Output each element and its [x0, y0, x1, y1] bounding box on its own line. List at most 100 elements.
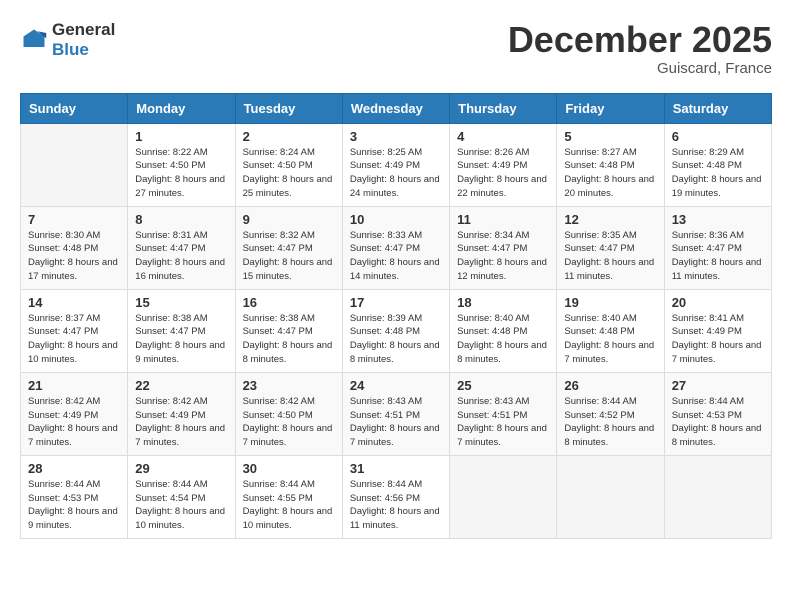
day-number: 13: [672, 212, 764, 227]
logo-text: General Blue: [52, 20, 115, 61]
day-number: 12: [564, 212, 656, 227]
day-info: Sunrise: 8:22 AM Sunset: 4:50 PM Dayligh…: [135, 146, 227, 201]
day-number: 16: [243, 295, 335, 310]
sunset: Sunset: 4:47 PM: [243, 326, 313, 337]
day-info: Sunrise: 8:44 AM Sunset: 4:55 PM Dayligh…: [243, 478, 335, 533]
column-header-tuesday: Tuesday: [235, 93, 342, 123]
sunset: Sunset: 4:47 PM: [350, 243, 420, 254]
day-number: 22: [135, 378, 227, 393]
daylight: Daylight: 8 hours and 15 minutes.: [243, 257, 333, 282]
sunset: Sunset: 4:49 PM: [457, 160, 527, 171]
calendar-day-cell: 27 Sunrise: 8:44 AM Sunset: 4:53 PM Dayl…: [664, 372, 771, 455]
day-number: 29: [135, 461, 227, 476]
calendar-day-cell: 29 Sunrise: 8:44 AM Sunset: 4:54 PM Dayl…: [128, 455, 235, 538]
column-header-wednesday: Wednesday: [342, 93, 449, 123]
sunset: Sunset: 4:48 PM: [564, 160, 634, 171]
calendar-day-cell: 17 Sunrise: 8:39 AM Sunset: 4:48 PM Dayl…: [342, 289, 449, 372]
calendar-day-cell: 26 Sunrise: 8:44 AM Sunset: 4:52 PM Dayl…: [557, 372, 664, 455]
daylight: Daylight: 8 hours and 14 minutes.: [350, 257, 440, 282]
calendar-day-cell: 20 Sunrise: 8:41 AM Sunset: 4:49 PM Dayl…: [664, 289, 771, 372]
day-info: Sunrise: 8:37 AM Sunset: 4:47 PM Dayligh…: [28, 312, 120, 367]
daylight: Daylight: 8 hours and 11 minutes.: [672, 257, 762, 282]
calendar-week-row: 1 Sunrise: 8:22 AM Sunset: 4:50 PM Dayli…: [21, 123, 772, 206]
calendar-day-cell: 5 Sunrise: 8:27 AM Sunset: 4:48 PM Dayli…: [557, 123, 664, 206]
calendar-day-cell: 1 Sunrise: 8:22 AM Sunset: 4:50 PM Dayli…: [128, 123, 235, 206]
day-number: 5: [564, 129, 656, 144]
daylight: Daylight: 8 hours and 11 minutes.: [564, 257, 654, 282]
calendar-day-cell: 8 Sunrise: 8:31 AM Sunset: 4:47 PM Dayli…: [128, 206, 235, 289]
calendar-day-cell: 4 Sunrise: 8:26 AM Sunset: 4:49 PM Dayli…: [450, 123, 557, 206]
sunset: Sunset: 4:47 PM: [135, 326, 205, 337]
calendar-day-cell: 23 Sunrise: 8:42 AM Sunset: 4:50 PM Dayl…: [235, 372, 342, 455]
calendar-day-cell: [557, 455, 664, 538]
logo: General Blue: [20, 20, 115, 61]
sunrise: Sunrise: 8:34 AM: [457, 230, 529, 241]
column-header-sunday: Sunday: [21, 93, 128, 123]
day-info: Sunrise: 8:40 AM Sunset: 4:48 PM Dayligh…: [564, 312, 656, 367]
sunset: Sunset: 4:52 PM: [564, 410, 634, 421]
day-info: Sunrise: 8:33 AM Sunset: 4:47 PM Dayligh…: [350, 229, 442, 284]
day-info: Sunrise: 8:29 AM Sunset: 4:48 PM Dayligh…: [672, 146, 764, 201]
sunrise: Sunrise: 8:42 AM: [135, 396, 207, 407]
title-block: December 2025 Guiscard, France: [508, 20, 772, 77]
day-info: Sunrise: 8:44 AM Sunset: 4:54 PM Dayligh…: [135, 478, 227, 533]
day-number: 24: [350, 378, 442, 393]
sunset: Sunset: 4:47 PM: [28, 326, 98, 337]
day-number: 3: [350, 129, 442, 144]
day-info: Sunrise: 8:42 AM Sunset: 4:49 PM Dayligh…: [28, 395, 120, 450]
daylight: Daylight: 8 hours and 7 minutes.: [564, 340, 654, 365]
daylight: Daylight: 8 hours and 10 minutes.: [135, 506, 225, 531]
calendar-week-row: 14 Sunrise: 8:37 AM Sunset: 4:47 PM Dayl…: [21, 289, 772, 372]
day-info: Sunrise: 8:38 AM Sunset: 4:47 PM Dayligh…: [243, 312, 335, 367]
daylight: Daylight: 8 hours and 7 minutes.: [243, 423, 333, 448]
sunrise: Sunrise: 8:22 AM: [135, 147, 207, 158]
sunset: Sunset: 4:49 PM: [672, 326, 742, 337]
sunset: Sunset: 4:48 PM: [457, 326, 527, 337]
day-info: Sunrise: 8:36 AM Sunset: 4:47 PM Dayligh…: [672, 229, 764, 284]
calendar-header-row: SundayMondayTuesdayWednesdayThursdayFrid…: [21, 93, 772, 123]
day-number: 7: [28, 212, 120, 227]
day-number: 11: [457, 212, 549, 227]
sunrise: Sunrise: 8:27 AM: [564, 147, 636, 158]
daylight: Daylight: 8 hours and 7 minutes.: [457, 423, 547, 448]
calendar-day-cell: 12 Sunrise: 8:35 AM Sunset: 4:47 PM Dayl…: [557, 206, 664, 289]
day-info: Sunrise: 8:24 AM Sunset: 4:50 PM Dayligh…: [243, 146, 335, 201]
sunrise: Sunrise: 8:29 AM: [672, 147, 744, 158]
day-info: Sunrise: 8:44 AM Sunset: 4:53 PM Dayligh…: [672, 395, 764, 450]
sunset: Sunset: 4:48 PM: [564, 326, 634, 337]
sunset: Sunset: 4:47 PM: [564, 243, 634, 254]
sunset: Sunset: 4:48 PM: [350, 326, 420, 337]
day-info: Sunrise: 8:43 AM Sunset: 4:51 PM Dayligh…: [457, 395, 549, 450]
calendar-day-cell: 10 Sunrise: 8:33 AM Sunset: 4:47 PM Dayl…: [342, 206, 449, 289]
sunrise: Sunrise: 8:41 AM: [672, 313, 744, 324]
day-info: Sunrise: 8:40 AM Sunset: 4:48 PM Dayligh…: [457, 312, 549, 367]
daylight: Daylight: 8 hours and 10 minutes.: [28, 340, 118, 365]
sunrise: Sunrise: 8:32 AM: [243, 230, 315, 241]
logo-blue: Blue: [52, 40, 115, 60]
sunset: Sunset: 4:50 PM: [135, 160, 205, 171]
daylight: Daylight: 8 hours and 24 minutes.: [350, 174, 440, 199]
day-info: Sunrise: 8:30 AM Sunset: 4:48 PM Dayligh…: [28, 229, 120, 284]
day-number: 6: [672, 129, 764, 144]
sunrise: Sunrise: 8:31 AM: [135, 230, 207, 241]
sunset: Sunset: 4:49 PM: [135, 410, 205, 421]
day-info: Sunrise: 8:39 AM Sunset: 4:48 PM Dayligh…: [350, 312, 442, 367]
day-number: 1: [135, 129, 227, 144]
day-info: Sunrise: 8:43 AM Sunset: 4:51 PM Dayligh…: [350, 395, 442, 450]
month-title: December 2025: [508, 20, 772, 60]
day-number: 8: [135, 212, 227, 227]
day-number: 26: [564, 378, 656, 393]
day-info: Sunrise: 8:42 AM Sunset: 4:50 PM Dayligh…: [243, 395, 335, 450]
sunset: Sunset: 4:48 PM: [28, 243, 98, 254]
daylight: Daylight: 8 hours and 7 minutes.: [28, 423, 118, 448]
column-header-thursday: Thursday: [450, 93, 557, 123]
logo-general: General: [52, 20, 115, 40]
calendar-day-cell: [21, 123, 128, 206]
calendar-day-cell: 21 Sunrise: 8:42 AM Sunset: 4:49 PM Dayl…: [21, 372, 128, 455]
daylight: Daylight: 8 hours and 8 minutes.: [564, 423, 654, 448]
calendar-day-cell: 24 Sunrise: 8:43 AM Sunset: 4:51 PM Dayl…: [342, 372, 449, 455]
day-info: Sunrise: 8:26 AM Sunset: 4:49 PM Dayligh…: [457, 146, 549, 201]
day-number: 19: [564, 295, 656, 310]
sunset: Sunset: 4:47 PM: [243, 243, 313, 254]
calendar-week-row: 21 Sunrise: 8:42 AM Sunset: 4:49 PM Dayl…: [21, 372, 772, 455]
